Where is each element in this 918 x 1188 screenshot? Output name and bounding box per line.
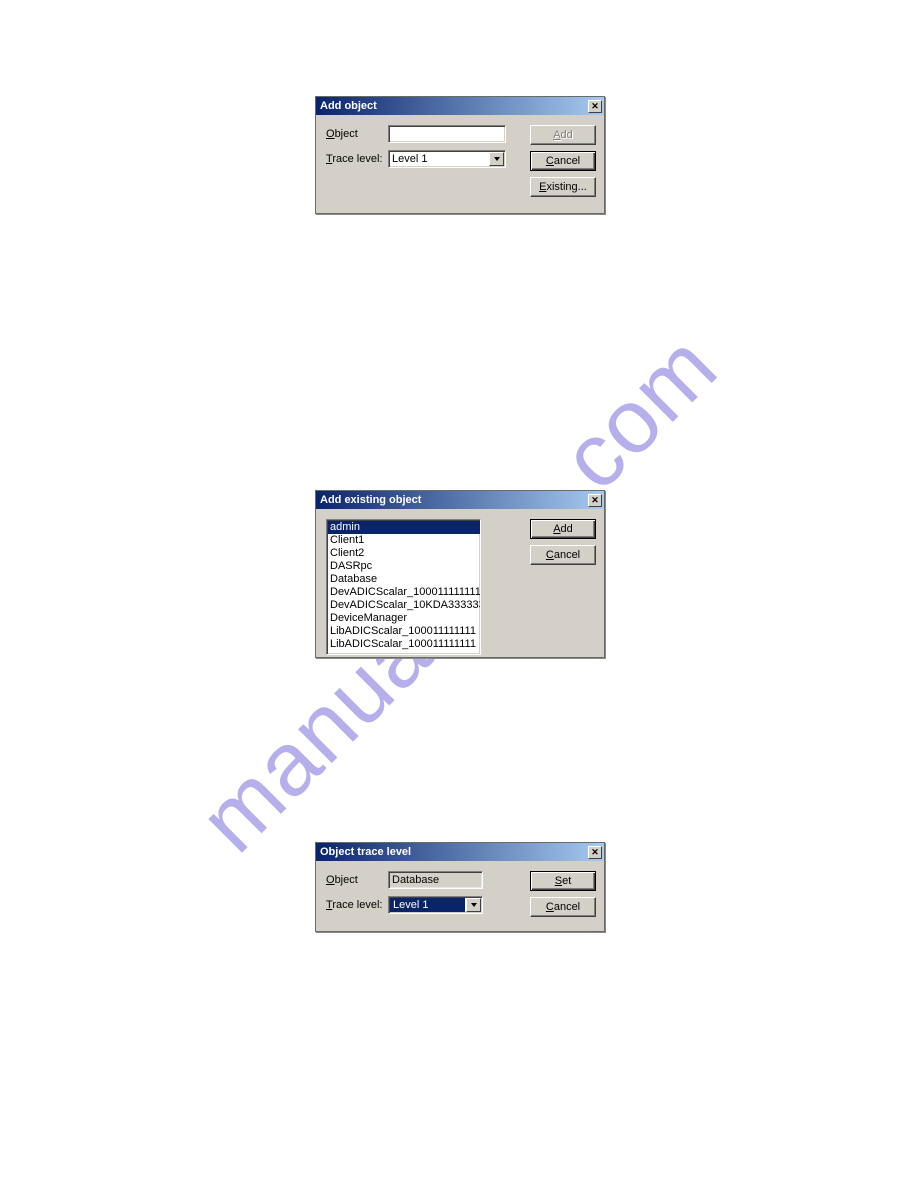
- list-item[interactable]: Client1: [328, 534, 481, 547]
- add-existing-object-dialog: Add existing object ✕ adminClient1Client…: [315, 490, 605, 658]
- cancel-button[interactable]: Cancel: [530, 897, 596, 917]
- add-button[interactable]: Add: [530, 519, 596, 539]
- object-input[interactable]: [388, 125, 506, 143]
- trace-level-value: Level 1: [390, 898, 465, 912]
- set-button[interactable]: Set: [530, 871, 596, 891]
- add-object-title: Add object: [320, 100, 377, 112]
- add-existing-title: Add existing object: [320, 494, 421, 506]
- list-items-container: adminClient1Client2DASRpcDatabaseDevADIC…: [327, 520, 481, 654]
- trace-level-combo[interactable]: Level 1: [388, 150, 506, 168]
- trace-level-titlebar: Object trace level ✕: [316, 843, 604, 861]
- list-item[interactable]: LibADICScalar_100011111111: [328, 638, 481, 651]
- list-item[interactable]: Client2: [328, 547, 481, 560]
- add-object-titlebar: Add object ✕: [316, 97, 604, 115]
- object-label: Object: [326, 874, 388, 886]
- trace-level-combo[interactable]: Level 1: [388, 896, 483, 914]
- object-name-display: Database: [388, 871, 483, 889]
- close-icon[interactable]: ✕: [588, 494, 602, 507]
- chevron-down-icon[interactable]: [489, 152, 504, 166]
- list-item[interactable]: DevADICScalar_100011111111: [328, 586, 481, 599]
- list-item[interactable]: DeviceManager: [328, 612, 481, 625]
- add-object-dialog: Add object ✕ Object Trace level: Level 1…: [315, 96, 605, 214]
- close-icon[interactable]: ✕: [588, 100, 602, 113]
- add-button[interactable]: Add: [530, 125, 596, 145]
- cancel-button[interactable]: Cancel: [530, 151, 596, 171]
- list-item[interactable]: Database: [328, 573, 481, 586]
- cancel-button[interactable]: Cancel: [530, 545, 596, 565]
- trace-level-title: Object trace level: [320, 846, 411, 858]
- trace-level-label: Trace level:: [326, 899, 388, 911]
- existing-button[interactable]: Existing...: [530, 177, 596, 197]
- trace-level-label: Trace level:: [326, 153, 388, 165]
- trace-level-value: Level 1: [389, 151, 488, 167]
- object-trace-level-dialog: Object trace level ✕ Object Database Tra…: [315, 842, 605, 932]
- object-label: Object: [326, 128, 388, 140]
- add-existing-titlebar: Add existing object ✕: [316, 491, 604, 509]
- list-item[interactable]: admin: [328, 521, 481, 534]
- list-item[interactable]: DASRpc: [328, 560, 481, 573]
- list-item[interactable]: DevADICScalar_10KDA333333: [328, 599, 481, 612]
- list-item[interactable]: LibADICScalar_100011111111: [328, 625, 481, 638]
- chevron-down-icon[interactable]: [466, 898, 481, 912]
- close-icon[interactable]: ✕: [588, 846, 602, 859]
- existing-objects-listbox[interactable]: adminClient1Client2DASRpcDatabaseDevADIC…: [326, 519, 481, 655]
